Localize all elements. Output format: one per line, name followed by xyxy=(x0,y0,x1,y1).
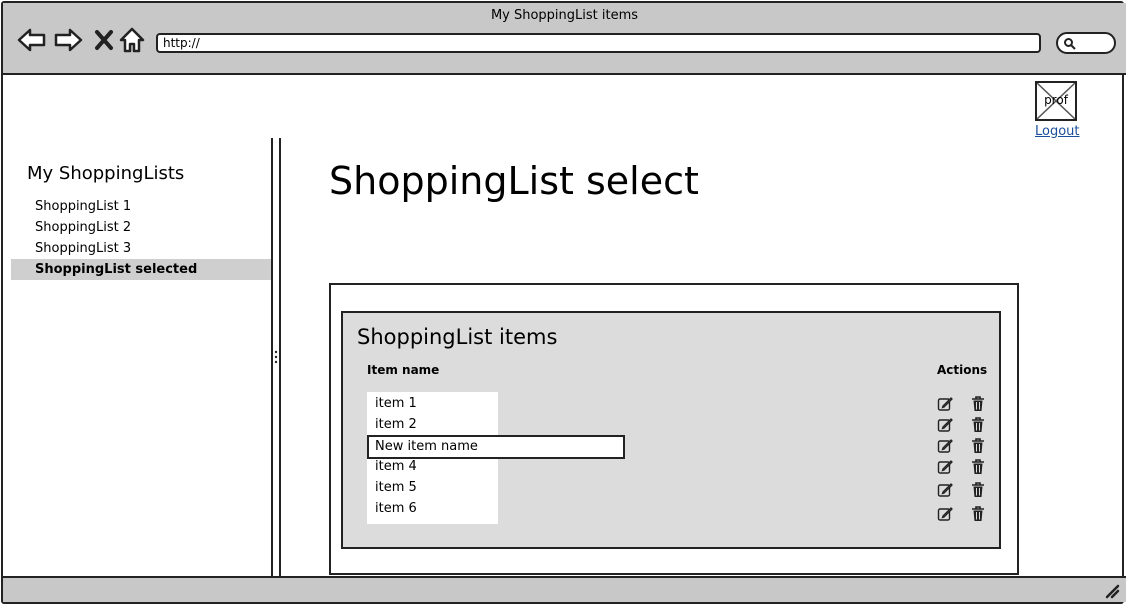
splitter-line xyxy=(279,138,281,576)
edit-icon[interactable] xyxy=(937,396,953,412)
profile-image-label: prof xyxy=(1044,93,1068,107)
list-item[interactable]: item 2 xyxy=(375,415,417,435)
splitter-grip-icon[interactable] xyxy=(274,348,278,366)
browser-window: My ShoppingList items http:// prof Logou… xyxy=(1,1,1126,604)
trash-icon[interactable] xyxy=(970,396,986,412)
status-bar xyxy=(3,576,1126,602)
sidebar-title: My ShoppingLists xyxy=(27,163,185,184)
window-title: My ShoppingList items xyxy=(490,8,639,23)
search-input[interactable] xyxy=(1056,32,1116,54)
items-panel: ShoppingList items Item name Actions ite… xyxy=(341,311,1001,549)
panel-title: ShoppingList items xyxy=(357,325,558,349)
sidebar-item-shoppinglist-3[interactable]: ShoppingList 3 xyxy=(11,238,271,259)
resize-grip-icon[interactable] xyxy=(1104,583,1120,599)
list-item[interactable]: item 1 xyxy=(375,394,417,414)
url-input[interactable]: http:// xyxy=(156,33,1041,53)
sidebar-item-shoppinglist-1[interactable]: ShoppingList 1 xyxy=(11,196,271,217)
list-item[interactable]: item 5 xyxy=(375,478,417,498)
sidebar-list: ShoppingList 1 ShoppingList 2 ShoppingLi… xyxy=(11,196,271,280)
splitter-line xyxy=(271,138,273,576)
trash-icon[interactable] xyxy=(970,438,986,454)
edit-icon[interactable] xyxy=(937,506,953,522)
edit-icon[interactable] xyxy=(937,438,953,454)
item-name-edit-input[interactable]: New item name xyxy=(367,435,625,459)
column-header-item-name: Item name xyxy=(367,363,440,377)
trash-icon[interactable] xyxy=(970,417,986,433)
trash-icon[interactable] xyxy=(970,482,986,498)
list-item[interactable]: item 6 xyxy=(375,499,417,519)
trash-icon[interactable] xyxy=(970,506,986,522)
back-arrow-icon[interactable] xyxy=(17,25,47,55)
edit-icon[interactable] xyxy=(937,417,953,433)
home-icon[interactable] xyxy=(117,25,147,55)
trash-icon[interactable] xyxy=(970,459,986,475)
sidebar-item-shoppinglist-2[interactable]: ShoppingList 2 xyxy=(11,217,271,238)
edit-icon[interactable] xyxy=(937,482,953,498)
column-header-actions: Actions xyxy=(937,363,988,377)
profile-image[interactable]: prof xyxy=(1035,81,1077,121)
page-title: ShoppingList select xyxy=(329,159,699,203)
sidebar-item-shoppinglist-selected[interactable]: ShoppingList selected xyxy=(11,259,271,280)
edit-icon[interactable] xyxy=(937,459,953,475)
forward-arrow-icon[interactable] xyxy=(53,25,83,55)
search-icon xyxy=(1064,38,1076,50)
list-item[interactable]: item 4 xyxy=(375,457,417,477)
logout-link[interactable]: Logout xyxy=(1035,124,1080,139)
items-container: ShoppingList items Item name Actions ite… xyxy=(329,283,1019,575)
browser-toolbar: My ShoppingList items http:// xyxy=(3,3,1126,75)
